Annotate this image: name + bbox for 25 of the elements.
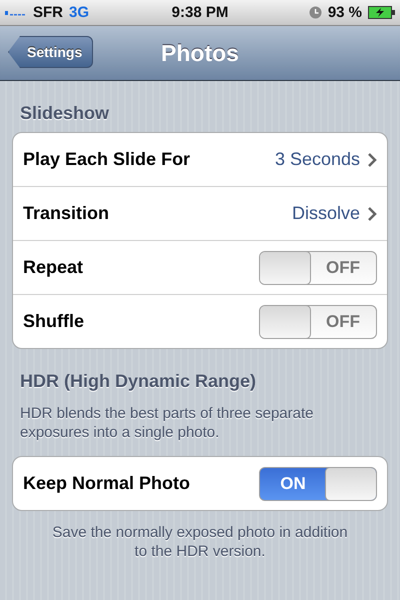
- chevron-icon: [368, 206, 377, 220]
- section-header: Slideshow: [19, 102, 110, 125]
- carrier-name: SFR: [33, 4, 63, 21]
- row-value[interactable]: Dissolve: [292, 203, 360, 224]
- toggle-switch[interactable]: ON: [259, 466, 377, 500]
- row-label: Shuffle: [23, 311, 85, 332]
- row-label: Play Each Slide For: [23, 149, 192, 170]
- row-label: Transition: [23, 203, 110, 224]
- section-footer: Save the normally exposed photo in addition to the HDR version.: [12, 511, 388, 573]
- section-description: HDR blends the best parts of three separate exposures into a single photo.: [19, 404, 314, 443]
- battery-icon: [368, 6, 396, 19]
- row-label: Keep Normal Photo: [23, 473, 192, 494]
- toggle-switch[interactable]: OFF: [259, 304, 377, 338]
- network-type: 3G: [69, 4, 90, 21]
- signal-icon: [5, 10, 27, 16]
- toggle-switch[interactable]: OFF: [259, 250, 377, 284]
- row-value[interactable]: 3 Seconds: [274, 149, 360, 170]
- battery-percent: 93 %: [328, 4, 362, 21]
- section-header: HDR (High Dynamic Range): [19, 370, 258, 393]
- time: 9:38 PM: [172, 4, 228, 21]
- clock-icon: [308, 6, 322, 19]
- page-title: Photos: [161, 40, 239, 66]
- row-label: Repeat: [23, 257, 84, 278]
- back-button[interactable]: Settings: [8, 36, 94, 68]
- chevron-icon: [368, 152, 377, 166]
